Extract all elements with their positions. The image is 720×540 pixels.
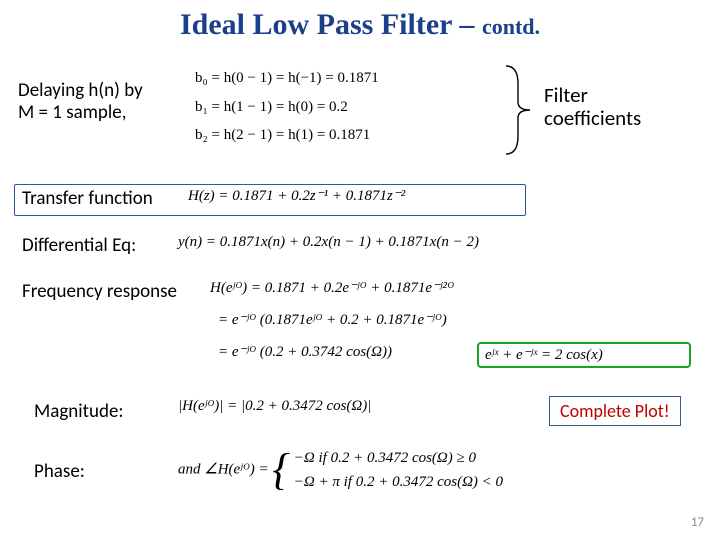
phase-case2: −Ω + π if 0.2 + 0.3472 cos(Ω) < 0	[294, 474, 503, 490]
frequency-response-eq3: = e⁻ʲᴼ (0.2 + 0.3742 cos(Ω))	[218, 342, 392, 361]
delay-note-line1: Delaying h(n) by	[18, 79, 143, 102]
euler-identity-box: eʲˣ + e⁻ʲˣ = 2 cos(x)	[477, 342, 691, 368]
delay-note: Delaying h(n) by M = 1 sample,	[18, 80, 163, 124]
complete-plot-callout: Complete Plot!	[549, 396, 681, 426]
transfer-function-label: Transfer function	[22, 187, 153, 210]
left-brace-icon: {	[272, 448, 290, 492]
filter-coefficients-label: Filter coefficients	[544, 84, 641, 130]
slide-title: Ideal Low Pass Filter – contd.	[0, 0, 720, 42]
right-brace-icon	[500, 64, 536, 156]
phase-and-text: and ∠H(eʲᴼ) =	[178, 461, 272, 477]
magnitude-label: Magnitude:	[34, 400, 124, 423]
frequency-response-eq1: H(eʲᴼ) = 0.1871 + 0.2e⁻ʲᴼ + 0.1871e⁻ʲ²ᴼ	[210, 278, 454, 297]
piecewise-block: { −Ω if 0.2 + 0.3472 cos(Ω) ≥ 0 −Ω + π i…	[272, 446, 503, 494]
coefficient-equations: b₀ = h(0 − 1) = h(−1) = 0.1871 b₁ = h(1 …	[195, 64, 515, 150]
title-contd: contd.	[482, 14, 540, 39]
frequency-response-label: Frequency response	[22, 280, 177, 303]
title-main: Ideal Low Pass Filter –	[180, 8, 482, 41]
coef-b0: b₀ = h(0 − 1) = h(−1) = 0.1871	[195, 64, 515, 93]
differential-eq: y(n) = 0.1871x(n) + 0.2x(n − 1) + 0.1871…	[178, 234, 479, 251]
coef-b2: b₂ = h(2 − 1) = h(1) = 0.1871	[195, 121, 515, 150]
coef-b1: b₁ = h(1 − 1) = h(0) = 0.2	[195, 93, 515, 122]
frequency-response-eq2: = e⁻ʲᴼ (0.1871eʲᴼ + 0.2 + 0.1871e⁻ʲᴼ)	[218, 310, 447, 329]
transfer-function-eq: H(z) = 0.1871 + 0.2z⁻¹ + 0.1871z⁻²	[188, 186, 405, 205]
magnitude-eq: |H(eʲᴼ)| = |0.2 + 0.3472 cos(Ω)|	[178, 398, 371, 415]
coef-label-l2: coefficients	[544, 105, 641, 131]
phase-eq: and ∠H(eʲᴼ) = { −Ω if 0.2 + 0.3472 cos(Ω…	[178, 446, 503, 494]
page-number: 17	[691, 515, 704, 530]
phase-case1: −Ω if 0.2 + 0.3472 cos(Ω) ≥ 0	[294, 450, 476, 466]
delay-note-line2: M = 1 sample,	[18, 101, 126, 124]
phase-label: Phase:	[34, 460, 85, 483]
differential-eq-label: Differential Eq:	[22, 234, 136, 257]
coef-label-l1: Filter	[544, 82, 588, 108]
